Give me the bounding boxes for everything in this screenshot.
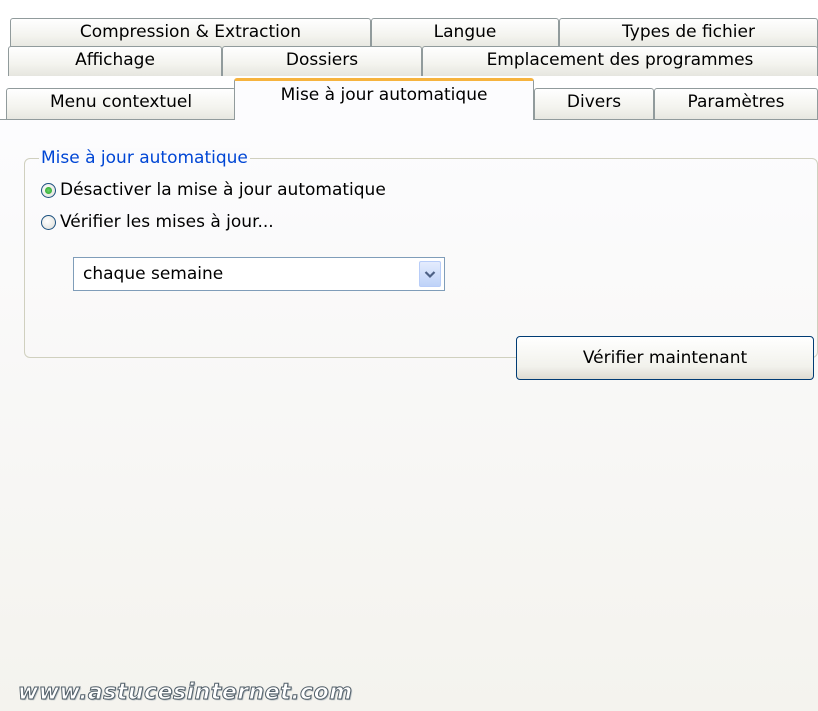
update-frequency-value: chaque semaine bbox=[83, 264, 224, 284]
disable-auto-update-label: Désactiver la mise à jour automatique bbox=[60, 180, 386, 200]
chevron-down-icon[interactable] bbox=[419, 261, 441, 287]
tab-divers[interactable]: Divers bbox=[534, 88, 654, 120]
check-now-button[interactable]: Vérifier maintenant bbox=[516, 336, 814, 380]
watermark-text: www.astucesinternet.com bbox=[18, 680, 353, 706]
check-updates-label: Vérifier les mises à jour... bbox=[60, 212, 274, 232]
update-group-box: Mise à jour automatique Désactiver la mi… bbox=[24, 148, 818, 358]
tab-compression-extraction[interactable]: Compression & Extraction bbox=[10, 18, 371, 48]
tab-mise-a-jour-automatique[interactable]: Mise à jour automatique bbox=[234, 78, 534, 120]
radio-unchecked-icon[interactable] bbox=[41, 214, 56, 230]
disable-auto-update-option[interactable]: Désactiver la mise à jour automatique bbox=[41, 179, 386, 201]
update-frequency-select[interactable]: chaque semaine bbox=[73, 257, 445, 291]
update-group-legend: Mise à jour automatique bbox=[39, 148, 250, 168]
tab-parametres[interactable]: Paramètres bbox=[654, 88, 818, 120]
tab-dossiers[interactable]: Dossiers bbox=[222, 46, 422, 76]
tab-types-de-fichier[interactable]: Types de fichier bbox=[559, 18, 818, 48]
check-updates-option[interactable]: Vérifier les mises à jour... bbox=[41, 211, 274, 233]
tab-emplacement-des-programmes[interactable]: Emplacement des programmes bbox=[422, 46, 818, 76]
tab-langue[interactable]: Langue bbox=[371, 18, 559, 48]
tab-menu-contextuel[interactable]: Menu contextuel bbox=[6, 88, 236, 120]
tab-panel: Mise à jour automatique Désactiver la mi… bbox=[0, 119, 818, 711]
radio-checked-icon[interactable] bbox=[41, 182, 56, 198]
tab-affichage[interactable]: Affichage bbox=[8, 46, 222, 76]
